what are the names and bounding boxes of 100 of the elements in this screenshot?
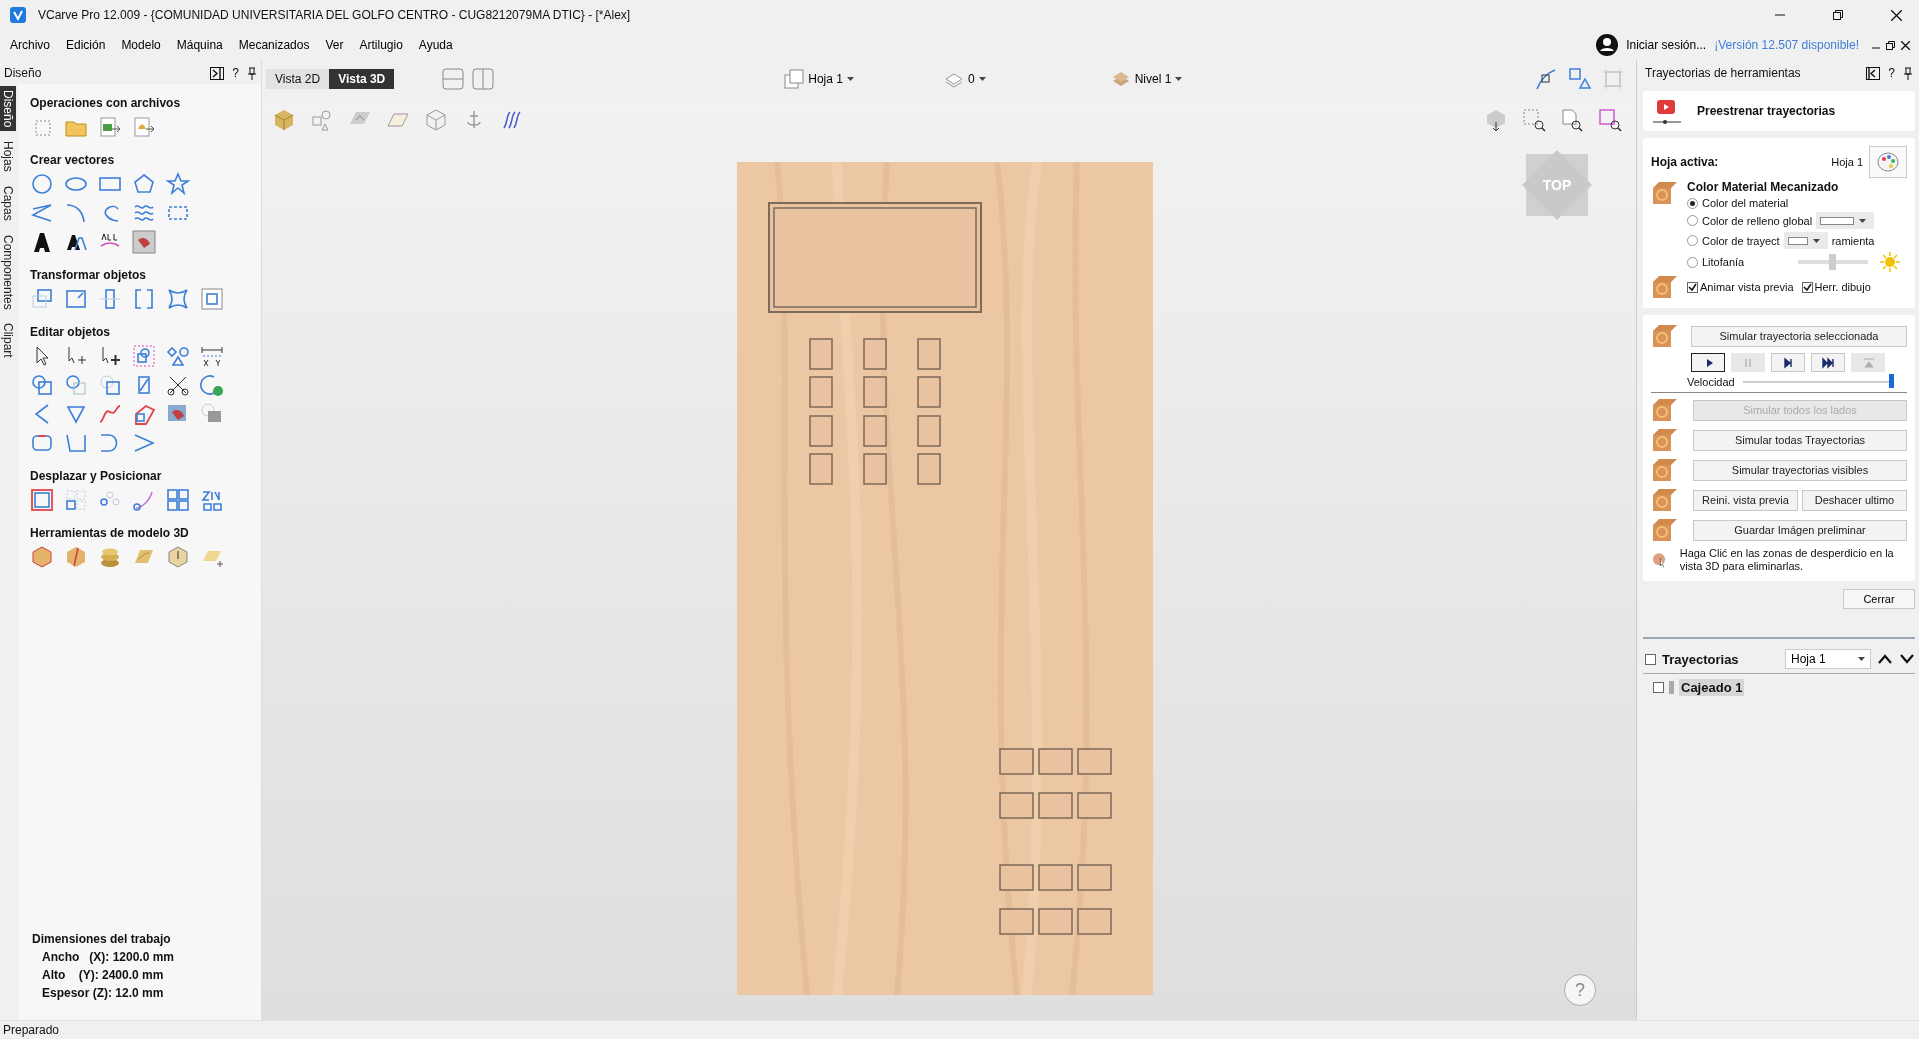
side-tab[interactable]: Hojas bbox=[0, 137, 16, 177]
check-circle-icon[interactable] bbox=[200, 373, 224, 397]
menu-item[interactable]: Archivo bbox=[4, 34, 56, 56]
move-icon[interactable] bbox=[30, 287, 54, 311]
measure-icon[interactable] bbox=[200, 344, 224, 368]
split-horizontal-icon[interactable] bbox=[442, 68, 465, 90]
menu-item[interactable]: Mecanizados bbox=[232, 34, 316, 56]
arc-icon[interactable] bbox=[64, 201, 88, 225]
group-icon[interactable] bbox=[132, 344, 156, 368]
radio-button[interactable] bbox=[1687, 235, 1698, 246]
intersect-icon[interactable] bbox=[98, 373, 122, 397]
radio-button[interactable] bbox=[1687, 256, 1698, 268]
update-link[interactable]: ¡Versión 12.507 disponible! bbox=[1714, 38, 1859, 52]
help-icon[interactable]: ? bbox=[232, 66, 239, 80]
fit-to-page-icon[interactable] bbox=[200, 287, 224, 311]
side-tab[interactable]: Clipart bbox=[0, 319, 16, 363]
tag-shape-icon[interactable] bbox=[132, 402, 156, 426]
simulation-button[interactable]: Guardar Imágen preliminar bbox=[1693, 519, 1907, 541]
angle-icon[interactable] bbox=[132, 431, 156, 455]
circle-icon[interactable] bbox=[30, 172, 54, 196]
close-panel-button[interactable]: Cerrar bbox=[1843, 589, 1915, 609]
smooth-curve-icon[interactable] bbox=[98, 402, 122, 426]
menu-item[interactable]: Edición bbox=[60, 34, 112, 56]
mirror-icon[interactable] bbox=[132, 287, 156, 311]
sign-in-button[interactable]: Iniciar sesión... bbox=[1618, 38, 1715, 52]
pentagon-icon[interactable] bbox=[132, 172, 156, 196]
zoom-selection-icon[interactable] bbox=[1598, 108, 1622, 132]
caret-icon bbox=[846, 77, 854, 81]
toolpath-item[interactable]: Cajeado 1 bbox=[1679, 679, 1745, 696]
snap-curve-icon[interactable] bbox=[1534, 67, 1558, 91]
side-tab[interactable]: Componentes bbox=[0, 230, 16, 314]
cube-icon[interactable] bbox=[272, 108, 296, 132]
toolpaths-title: Trayectorias bbox=[1662, 651, 1740, 667]
pin-icon[interactable] bbox=[247, 66, 257, 80]
sheet-selector[interactable]: Hoja 1 bbox=[784, 69, 854, 89]
simulation-button[interactable]: Simular trayectorias visibles bbox=[1693, 459, 1907, 481]
array-grid-icon[interactable] bbox=[64, 488, 88, 512]
help-icon[interactable]: ? bbox=[1888, 66, 1895, 80]
zoom-page-icon[interactable] bbox=[1560, 108, 1584, 132]
shapes-icon[interactable] bbox=[310, 108, 334, 132]
color-dropdown[interactable] bbox=[1783, 232, 1828, 249]
collapse-panel-icon[interactable] bbox=[1866, 66, 1881, 80]
view-tab[interactable]: Vista 2D bbox=[266, 69, 330, 89]
jump-to-top-icon bbox=[1861, 356, 1875, 369]
view-direction-icon[interactable] bbox=[1484, 108, 1508, 132]
radio-button[interactable] bbox=[1687, 215, 1698, 226]
side-tab[interactable]: Capas bbox=[0, 182, 16, 225]
color-dropdown[interactable] bbox=[1816, 212, 1875, 229]
nesting-icon[interactable] bbox=[200, 488, 224, 512]
menu-item[interactable]: Máquina bbox=[170, 34, 229, 56]
align-icon[interactable] bbox=[98, 287, 122, 311]
snap-shapes-icon[interactable] bbox=[1568, 67, 1592, 91]
radio-button[interactable] bbox=[1687, 197, 1698, 209]
play-button[interactable] bbox=[1691, 353, 1725, 372]
sheet-dropdown[interactable]: Hoja 1 bbox=[1785, 649, 1871, 669]
wireframe-cube-icon[interactable] bbox=[424, 108, 448, 132]
cube-split-icon[interactable] bbox=[64, 545, 88, 569]
scale-icon[interactable] bbox=[64, 287, 88, 311]
subtract-icon[interactable] bbox=[64, 373, 88, 397]
checkbox[interactable] bbox=[1801, 281, 1813, 293]
simulate-selected-button[interactable]: Simular trayectoria seleccionada bbox=[1691, 325, 1907, 347]
checkbox[interactable] bbox=[1645, 653, 1656, 665]
user-avatar-icon[interactable] bbox=[1596, 34, 1619, 56]
speed-slider-thumb[interactable] bbox=[1888, 374, 1894, 388]
menu-item[interactable]: Ayuda bbox=[412, 34, 459, 56]
outlined-cube-icon[interactable] bbox=[30, 545, 54, 569]
simulation-button[interactable]: Deshacer ultimo bbox=[1802, 489, 1907, 511]
distort-icon[interactable] bbox=[166, 287, 190, 311]
label-grid-icon[interactable] bbox=[166, 488, 190, 512]
checkbox[interactable] bbox=[1653, 682, 1664, 693]
simulation-button[interactable]: Simular todas Trayectorias bbox=[1693, 429, 1907, 451]
doc-restore-button[interactable] bbox=[1883, 40, 1898, 50]
import-vector-icon[interactable] bbox=[132, 115, 156, 139]
cube-arrow-icon[interactable] bbox=[166, 545, 190, 569]
palette-button[interactable] bbox=[1869, 146, 1907, 178]
doc-close-button[interactable] bbox=[1898, 40, 1913, 50]
menu-item[interactable]: Artilugio bbox=[353, 34, 409, 56]
pin-icon[interactable] bbox=[1903, 66, 1913, 80]
slider-thumb[interactable] bbox=[1829, 254, 1837, 270]
simulation-button[interactable]: Reini. vista previa bbox=[1693, 489, 1798, 511]
import-image-icon[interactable] bbox=[98, 115, 122, 139]
step-forward-button[interactable] bbox=[1771, 353, 1805, 372]
menu-item[interactable]: Modelo bbox=[115, 34, 167, 56]
move-up-icon[interactable] bbox=[1877, 653, 1893, 665]
side-tab[interactable]: Diseño bbox=[0, 86, 16, 132]
split-vertical-icon[interactable] bbox=[472, 68, 495, 90]
star-icon[interactable] bbox=[166, 172, 190, 196]
collapse-panel-icon[interactable] bbox=[210, 66, 225, 80]
level-selector[interactable]: Nivel 1 bbox=[1110, 69, 1183, 89]
menu-item[interactable]: Ver bbox=[319, 34, 350, 56]
zigzag-line-icon[interactable] bbox=[30, 201, 54, 225]
fast-forward-button[interactable] bbox=[1811, 353, 1845, 372]
shapes-icon[interactable] bbox=[166, 344, 190, 368]
copies-selector[interactable]: 0 bbox=[943, 69, 986, 89]
checkbox[interactable] bbox=[1687, 281, 1698, 293]
view-tab[interactable]: Vista 3D bbox=[329, 69, 395, 89]
zoom-box-icon[interactable] bbox=[1522, 108, 1546, 132]
weld-icon[interactable] bbox=[30, 373, 54, 397]
move-down-icon[interactable] bbox=[1899, 653, 1915, 665]
frame-icon[interactable] bbox=[30, 488, 54, 512]
